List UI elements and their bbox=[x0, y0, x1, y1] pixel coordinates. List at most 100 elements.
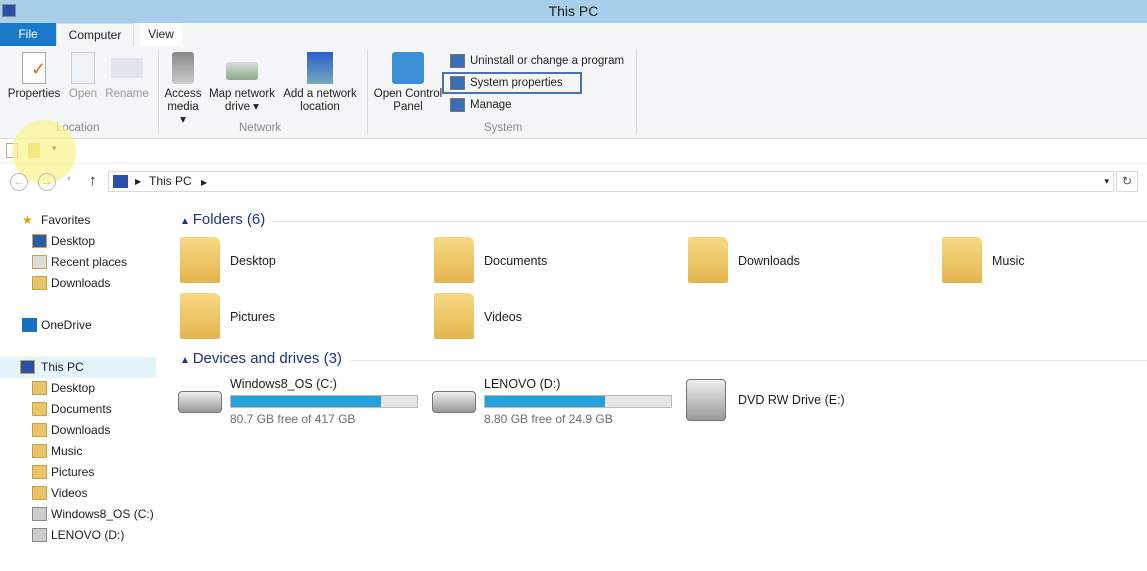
sidebar-item-recent-places[interactable]: Recent places bbox=[32, 252, 128, 273]
folder-icon bbox=[32, 465, 47, 479]
folder-label: Videos bbox=[484, 310, 522, 324]
access-media-label-2: media ▾ bbox=[167, 101, 199, 126]
folder-label: Desktop bbox=[230, 254, 276, 268]
sidebar-label: Documents bbox=[51, 402, 112, 416]
folder-icon bbox=[942, 237, 982, 283]
back-button[interactable]: ← bbox=[10, 173, 28, 191]
sidebar-label: This PC bbox=[41, 360, 84, 374]
desktop-icon bbox=[32, 234, 47, 248]
sidebar-item-this-pc[interactable]: This PC bbox=[0, 357, 156, 378]
folder-icon bbox=[180, 237, 220, 283]
onedrive-icon bbox=[22, 318, 37, 332]
manage-button[interactable]: Manage bbox=[450, 96, 512, 114]
sidebar-item-downloads[interactable]: Downloads bbox=[32, 420, 110, 441]
drive-icon bbox=[32, 507, 47, 521]
recent-locations-icon[interactable]: ▾ bbox=[67, 174, 71, 183]
properties-button[interactable]: ✓ Properties bbox=[6, 52, 62, 101]
sidebar-label: Favorites bbox=[41, 213, 91, 227]
folder-icon bbox=[180, 293, 220, 339]
map-drive-label-2: drive ▾ bbox=[225, 101, 259, 113]
separator bbox=[636, 50, 637, 134]
network-location-icon bbox=[307, 52, 333, 84]
this-pc-icon bbox=[113, 175, 128, 188]
map-network-drive-button[interactable]: Map network drive ▾ bbox=[206, 52, 278, 114]
tab-computer[interactable]: Computer bbox=[56, 23, 134, 46]
drive-e[interactable]: DVD RW Drive (E:) bbox=[686, 377, 936, 427]
folder-label: Music bbox=[992, 254, 1025, 268]
sidebar-label: Downloads bbox=[51, 276, 111, 290]
folder-icon bbox=[32, 402, 47, 416]
drive-free-space: 8.80 GB free of 24.9 GB bbox=[484, 412, 613, 426]
drive-icon bbox=[32, 528, 47, 542]
drive-c[interactable]: Windows8_OS (C:) 80.7 GB free of 417 GB bbox=[178, 377, 428, 427]
sidebar-item-desktop[interactable]: Desktop bbox=[32, 378, 95, 399]
drive-d[interactable]: LENOVO (D:) 8.80 GB free of 24.9 GB bbox=[432, 377, 682, 427]
drives-section-header[interactable]: ▲ Devices and drives (3) bbox=[180, 350, 1147, 367]
folder-music[interactable]: Music bbox=[942, 237, 1147, 287]
sidebar-label: Recent places bbox=[51, 255, 128, 269]
dvd-drive-icon bbox=[686, 379, 726, 421]
title-bar: This PC bbox=[0, 0, 1147, 23]
add-network-location-button[interactable]: Add a network location bbox=[281, 52, 359, 114]
tab-file[interactable]: File bbox=[0, 23, 56, 46]
open-button[interactable]: Open bbox=[66, 52, 100, 101]
refresh-button[interactable]: ↻ bbox=[1116, 171, 1138, 192]
folder-desktop[interactable]: Desktop bbox=[180, 237, 430, 287]
tab-view[interactable]: View bbox=[140, 23, 182, 46]
rename-label: Rename bbox=[105, 88, 149, 100]
folder-label: Downloads bbox=[738, 254, 800, 268]
forward-button[interactable]: → bbox=[38, 173, 56, 191]
sidebar-label: Windows8_OS (C:) bbox=[51, 507, 154, 521]
drive-usage-bar bbox=[484, 395, 672, 408]
drive-usage-bar bbox=[230, 395, 418, 408]
open-control-panel-button[interactable]: Open Control Panel bbox=[372, 52, 444, 114]
address-dropdown[interactable]: ▾ bbox=[1104, 172, 1109, 191]
this-pc-icon bbox=[20, 360, 35, 374]
sidebar-item-documents[interactable]: Documents bbox=[32, 399, 112, 420]
ribbon: ✓ Properties Open Rename Location Access… bbox=[0, 46, 1147, 139]
sidebar-item-music[interactable]: Music bbox=[32, 441, 82, 462]
content-pane: ▲ Folders (6) Desktop Documents Download… bbox=[160, 205, 1147, 571]
windows-drive-icon bbox=[178, 391, 222, 413]
folders-section-header[interactable]: ▲ Folders (6) bbox=[180, 211, 1147, 228]
downloads-icon bbox=[32, 276, 47, 290]
navigation-bar: ← → ▾ ↑ ▶ This PC ▶ ▾ ↻ bbox=[0, 168, 1147, 196]
sidebar-item-onedrive[interactable]: OneDrive bbox=[22, 315, 92, 336]
address-bar[interactable]: ▶ This PC ▶ ▾ bbox=[108, 171, 1114, 192]
folder-icon bbox=[32, 423, 47, 437]
control-panel-icon bbox=[392, 52, 424, 84]
drive-name: DVD RW Drive (E:) bbox=[738, 393, 845, 407]
chevron-right-icon: ▶ bbox=[201, 178, 208, 187]
quick-access-toolbar: ▾ bbox=[0, 139, 1147, 164]
navigation-pane: ★ Favorites Desktop Recent places Downloa… bbox=[0, 205, 158, 571]
uninstall-program-button[interactable]: Uninstall or change a program bbox=[450, 52, 624, 70]
sidebar-item-drive-c[interactable]: Windows8_OS (C:) bbox=[32, 504, 154, 525]
system-properties-button[interactable]: System properties bbox=[442, 72, 582, 94]
address-path[interactable]: This PC bbox=[149, 174, 192, 188]
access-media-label: Access bbox=[164, 88, 202, 100]
sidebar-item-drive-d[interactable]: LENOVO (D:) bbox=[32, 525, 124, 546]
folder-icon bbox=[434, 293, 474, 339]
star-icon: ★ bbox=[22, 213, 33, 227]
folder-downloads[interactable]: Downloads bbox=[688, 237, 938, 287]
sidebar-item-favorites[interactable]: ★ Favorites bbox=[22, 210, 91, 231]
sidebar-item-videos[interactable]: Videos bbox=[32, 483, 87, 504]
programs-icon bbox=[450, 54, 465, 68]
folder-documents[interactable]: Documents bbox=[434, 237, 684, 287]
recent-places-icon bbox=[32, 255, 47, 269]
drive-name: Windows8_OS (C:) bbox=[230, 377, 337, 391]
sidebar-label: Pictures bbox=[51, 465, 95, 479]
access-media-button[interactable]: Access media ▾ bbox=[163, 52, 203, 127]
folder-pictures[interactable]: Pictures bbox=[180, 293, 430, 343]
window-title: This PC bbox=[548, 3, 599, 19]
system-properties-icon bbox=[450, 76, 465, 90]
sidebar-label: OneDrive bbox=[41, 318, 92, 332]
ribbon-tabs: File Computer View bbox=[0, 23, 1147, 46]
sidebar-item-pictures[interactable]: Pictures bbox=[32, 462, 95, 483]
rename-button[interactable]: Rename bbox=[104, 52, 150, 101]
sidebar-item-downloads[interactable]: Downloads bbox=[32, 273, 111, 294]
up-button[interactable]: ↑ bbox=[89, 172, 97, 189]
sidebar-item-desktop[interactable]: Desktop bbox=[32, 231, 95, 252]
folder-videos[interactable]: Videos bbox=[434, 293, 684, 343]
network-drive-icon bbox=[226, 62, 258, 80]
